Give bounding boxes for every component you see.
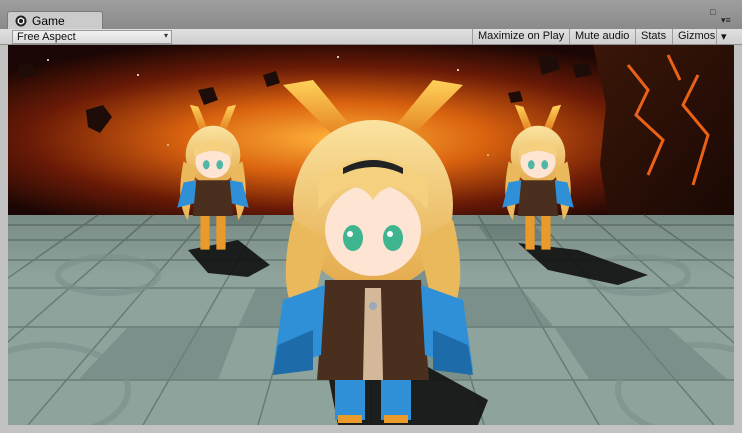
game-viewport[interactable] [8, 45, 734, 425]
gizmos-dropdown-icon[interactable]: ▾ [716, 29, 731, 44]
chevron-down-icon: ▾ [163, 31, 168, 40]
tab-bar: Game □ ▾≡ [0, 0, 742, 30]
stats-button[interactable]: Stats [635, 29, 671, 44]
tab-label: Game [32, 14, 65, 28]
lava-rock-pillar [593, 45, 734, 215]
aspect-label: Free Aspect [17, 31, 76, 43]
game-toolbar: Free Aspect ▾ Maximize on Play Mute audi… [0, 29, 742, 45]
maximize-on-play-button[interactable]: Maximize on Play [472, 29, 569, 44]
tab-game[interactable]: Game [7, 11, 103, 30]
unity-logo-icon [15, 15, 27, 27]
window-menu-icon[interactable]: ▾≡ [721, 16, 731, 25]
mute-audio-button[interactable]: Mute audio [569, 29, 634, 44]
aspect-dropdown[interactable]: Free Aspect ▾ [12, 30, 172, 44]
game-window: Game □ ▾≡ Free Aspect ▾ Maximize on Play… [0, 0, 742, 433]
game-scene [8, 45, 734, 425]
gizmos-button[interactable]: Gizmos [672, 29, 720, 44]
maximize-window-button[interactable]: □ [710, 8, 715, 17]
window-controls: □ ▾≡ [708, 8, 734, 26]
